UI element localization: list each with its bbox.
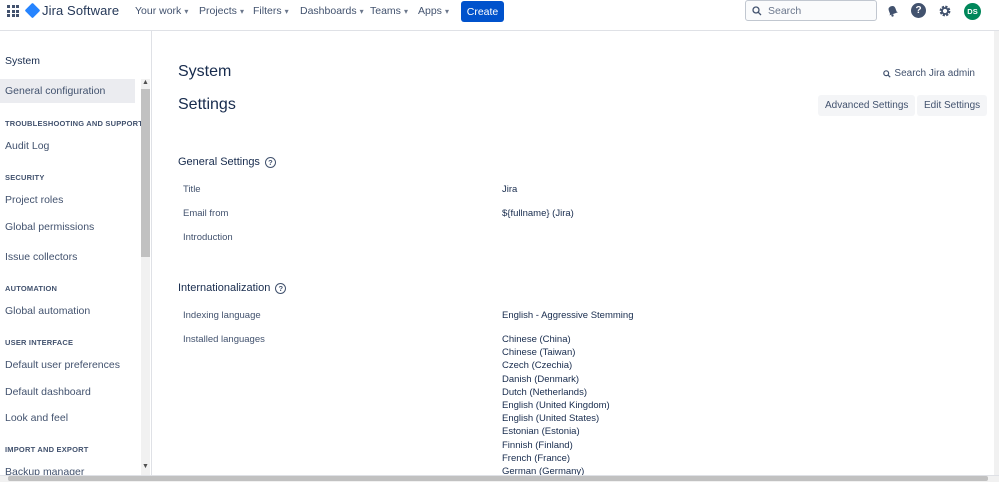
scroll-up-arrow-icon[interactable]: ▲ — [142, 79, 149, 86]
sidebar-item-global-permissions[interactable]: Global permissions — [5, 221, 94, 233]
sidebar-section-heading: IMPORT AND EXPORT — [5, 445, 89, 454]
internationalization-heading: Internationalization ? — [178, 282, 287, 294]
nav-label: Projects — [199, 5, 237, 17]
list-item: French (France) — [502, 452, 571, 464]
list-item: Dutch (Netherlands) — [502, 386, 588, 398]
help-circle-icon[interactable]: ? — [264, 156, 276, 168]
section-heading-label: General Settings — [178, 156, 260, 168]
page-subtitle: Settings — [178, 96, 236, 113]
setting-label-indexing-language: Indexing language — [183, 310, 261, 321]
app-name: Jira Software — [42, 3, 120, 18]
sidebar-section-heading: TROUBLESHOOTING AND SUPPORT — [5, 119, 144, 128]
nav-label: Apps — [418, 5, 442, 17]
list-item: Finnish (Finland) — [502, 439, 573, 451]
search-icon — [883, 69, 892, 78]
nav-dashboards[interactable]: Dashboards ▾ — [300, 5, 364, 17]
sidebar-item-general-configuration[interactable]: General configuration — [0, 79, 135, 103]
gear-icon — [939, 5, 950, 16]
sidebar-item-global-automation[interactable]: Global automation — [5, 305, 90, 317]
top-navigation: Jira Software Your work ▾ Projects ▾ Filte… — [0, 0, 999, 31]
chevron-down-icon: ▾ — [239, 6, 244, 16]
section-heading-label: Internationalization — [178, 282, 271, 294]
nav-label: Your work — [135, 5, 182, 17]
chevron-down-icon: ▾ — [284, 6, 289, 16]
sidebar-item-look-and-feel[interactable]: Look and feel — [5, 412, 68, 424]
sidebar-item-audit-log[interactable]: Audit Log — [5, 140, 49, 152]
nav-filters[interactable]: Filters ▾ — [253, 5, 289, 17]
setting-value-indexing-language: English - Aggressive Stemming — [502, 310, 634, 321]
setting-label-introduction: Introduction — [183, 232, 233, 243]
help-circle-icon[interactable]: ? — [275, 282, 287, 294]
nav-apps[interactable]: Apps ▾ — [418, 5, 449, 17]
nav-projects[interactable]: Projects ▾ — [199, 5, 244, 17]
sidebar-item-default-dashboard[interactable]: Default dashboard — [5, 386, 91, 398]
sidebar-section-heading: SECURITY — [5, 173, 45, 182]
main-content: System Settings Search Jira admin Advanc… — [153, 31, 999, 482]
search-box[interactable] — [745, 0, 877, 21]
sidebar-section-heading: USER INTERFACE — [5, 338, 74, 347]
nav-teams[interactable]: Teams ▾ — [370, 5, 408, 17]
list-item: Chinese (China) — [502, 334, 571, 345]
sidebar-item-label: General configuration — [5, 85, 106, 97]
chevron-down-icon: ▾ — [184, 6, 189, 16]
chevron-down-icon: ▾ — [403, 6, 408, 16]
search-input[interactable] — [768, 4, 868, 17]
list-item: Danish (Denmark) — [502, 373, 580, 385]
edit-settings-button[interactable]: Edit Settings — [917, 95, 988, 116]
sidebar-item-default-user-preferences[interactable]: Default user preferences — [5, 359, 120, 371]
advanced-settings-button[interactable]: Advanced Settings — [818, 95, 916, 116]
search-jira-admin-link[interactable]: Search Jira admin — [883, 68, 975, 79]
sidebar-section-heading: AUTOMATION — [5, 284, 58, 293]
setting-value-email-from: ${fullname} (Jira) — [502, 208, 574, 219]
nav-label: Dashboards — [300, 5, 357, 17]
avatar[interactable]: DS — [964, 3, 981, 20]
settings-icon[interactable] — [937, 3, 952, 18]
list-item: English (United Kingdom) — [502, 399, 610, 411]
jira-logo[interactable]: Jira Software — [24, 2, 120, 19]
setting-label-title: Title — [183, 184, 201, 195]
setting-value-title: Jira — [502, 184, 518, 195]
nav-label: Teams — [370, 5, 401, 17]
jira-logo-icon — [24, 2, 41, 19]
list-item: Estonian (Estonia) — [502, 426, 580, 438]
sidebar-title: System — [5, 55, 41, 67]
setting-label-email-from: Email from — [183, 208, 229, 219]
nav-label: Filters — [253, 5, 282, 17]
sidebar-item-project-roles[interactable]: Project roles — [5, 194, 63, 206]
installed-languages-list: Chinese (China) Chinese (Taiwan) Czech (… — [502, 333, 610, 478]
page-vertical-scrollbar[interactable] — [994, 31, 999, 482]
app-switcher-icon[interactable] — [7, 5, 19, 17]
setting-label-installed-languages: Installed languages — [183, 334, 265, 345]
search-admin-label: Search Jira admin — [894, 68, 975, 79]
horizontal-scrollbar-thumb[interactable] — [8, 476, 988, 481]
search-icon — [752, 5, 762, 15]
list-item: English (United States) — [502, 413, 600, 425]
bell-icon — [888, 5, 898, 17]
page-title: System — [178, 63, 232, 80]
nav-your-work[interactable]: Your work ▾ — [135, 5, 188, 17]
help-icon[interactable]: ? — [911, 3, 926, 18]
scroll-down-arrow-icon[interactable]: ▼ — [142, 463, 149, 470]
list-item: Chinese (Taiwan) — [502, 347, 576, 359]
create-button[interactable]: Create — [461, 1, 504, 22]
chevron-down-icon: ▾ — [359, 6, 364, 16]
notifications-icon[interactable] — [885, 3, 900, 18]
general-settings-heading: General Settings ? — [178, 156, 276, 168]
list-item: Czech (Czechia) — [502, 360, 573, 372]
sidebar: System General configuration TROUBLESHOO… — [0, 31, 152, 482]
chevron-down-icon: ▾ — [444, 6, 449, 16]
sidebar-item-issue-collectors[interactable]: Issue collectors — [5, 251, 77, 263]
sidebar-scrollbar-thumb[interactable] — [141, 89, 150, 257]
